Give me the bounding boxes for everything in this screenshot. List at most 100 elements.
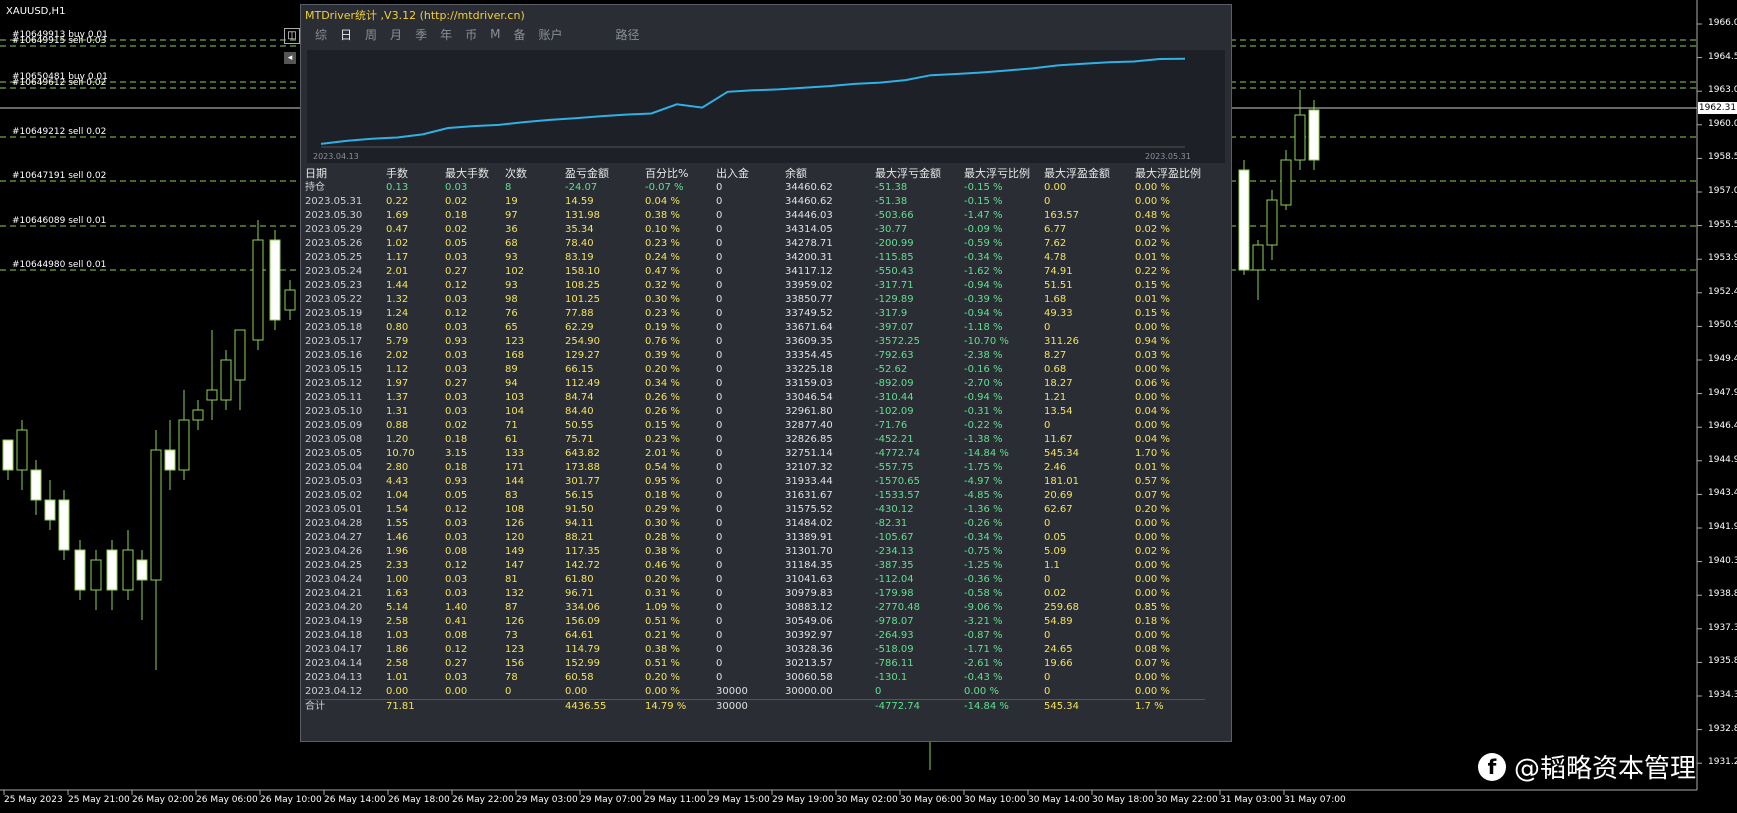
cell: 2023.05.04	[305, 462, 363, 473]
cell: 0.13	[386, 182, 409, 193]
candle-body	[74, 549, 86, 591]
cell: 2023.05.11	[305, 392, 363, 403]
cell: 1.17	[386, 252, 409, 263]
time-tick-label: 26 May 18:00	[388, 795, 450, 805]
table-row: 2023.05.10 1.31 0.03 104 84.40 0.26 % 0 32961.8…	[305, 405, 1205, 419]
tab-9[interactable]: 账户	[538, 26, 562, 43]
cell: 0.00 %	[1135, 322, 1170, 333]
cell: -2.61 %	[964, 658, 1003, 669]
tab-2[interactable]: 周	[365, 26, 377, 43]
tab-3[interactable]: 月	[390, 26, 402, 43]
tab-10[interactable]: 路径	[616, 26, 640, 43]
cell: 0.26 %	[645, 406, 680, 417]
cell: 次数	[505, 167, 527, 180]
cell: 132	[505, 588, 525, 599]
cell: -792.63	[875, 350, 914, 361]
cell: 1.63	[386, 588, 409, 599]
cell: 33159.03	[785, 378, 833, 389]
candle-body	[206, 389, 218, 401]
cell: 24.65	[1044, 644, 1073, 655]
cell: 30883.12	[785, 602, 833, 613]
cell: 1.09 %	[645, 602, 680, 613]
chart-small-button[interactable]: ◂	[284, 52, 296, 64]
tab-7[interactable]: M	[490, 27, 500, 41]
time-tick-label: 29 May 03:00	[516, 795, 578, 805]
candle-body	[1308, 109, 1320, 161]
cell: 2.58	[386, 616, 409, 627]
tab-0[interactable]: 综	[315, 26, 327, 43]
cell: 0.20 %	[645, 672, 680, 683]
panel-title: MTDriver统计 ,V3.12 (http://mtdriver.cn)	[305, 9, 525, 22]
cell: -52.62	[875, 364, 908, 375]
table-row: 2023.05.25 1.17 0.03 93 83.19 0.24 % 0 34200.31…	[305, 251, 1205, 265]
cell: 73	[505, 630, 518, 641]
cell: -452.21	[875, 434, 914, 445]
cell: 171	[505, 462, 525, 473]
cell: 2023.04.17	[305, 644, 363, 655]
cell: 0.02 %	[1135, 238, 1170, 249]
cell: 62.29	[565, 322, 594, 333]
cell: 33046.54	[785, 392, 833, 403]
cell: -3572.25	[875, 336, 920, 347]
cell: 301.77	[565, 476, 600, 487]
cell: 84.74	[565, 392, 594, 403]
price-tick-label: 1953.95	[1708, 253, 1737, 264]
cell: 51.51	[1044, 280, 1073, 291]
cell: -51.38	[875, 182, 908, 193]
cell: -30.77	[875, 224, 908, 235]
cell: 83.19	[565, 252, 594, 263]
tab-5[interactable]: 年	[440, 26, 452, 43]
table-row: 2023.04.17 1.86 0.12 123 114.79 0.38 % 0 30328.…	[305, 643, 1205, 657]
cell: 最大浮盈比例	[1135, 167, 1201, 180]
watermark: f @韬略资本管理	[1478, 748, 1696, 785]
candle-body	[16, 429, 28, 471]
cell: 36	[505, 224, 518, 235]
cell: -82.31	[875, 518, 908, 529]
cell: 2023.05.02	[305, 490, 363, 501]
cell: 123	[505, 644, 525, 655]
cell: 0	[716, 392, 723, 403]
cell: 34314.05	[785, 224, 833, 235]
cell: 0.07 %	[1135, 658, 1170, 669]
price-tick-label: 1952.45	[1708, 286, 1737, 297]
cell: 33671.64	[785, 322, 833, 333]
cell: 1.97	[386, 378, 409, 389]
cell: 31041.63	[785, 574, 833, 585]
cell: 7.62	[1044, 238, 1067, 249]
cell: 0.00 %	[1135, 518, 1170, 529]
cell: 2023.05.01	[305, 504, 363, 515]
cell: 0.47 %	[645, 266, 680, 277]
tab-4[interactable]: 季	[415, 26, 427, 43]
tab-1[interactable]: 日	[340, 26, 352, 43]
cell: 0.27	[445, 266, 468, 277]
position-row: 持仓 0.13 0.03 8 -24.07 -0.07 % 0 34460.62 -51.38 -…	[305, 181, 1205, 195]
cell: 0.00 %	[1135, 392, 1170, 403]
cell: 0.03	[445, 182, 468, 193]
cell: 0.21 %	[645, 630, 680, 641]
candle-body	[58, 499, 70, 551]
cell: 131.98	[565, 210, 600, 221]
cell: 0	[716, 280, 723, 291]
cell: 0.18 %	[645, 490, 680, 501]
cell: -200.99	[875, 238, 914, 249]
cell: 0.06 %	[1135, 378, 1170, 389]
cell: 133	[505, 448, 525, 459]
cell: 2023.05.25	[305, 252, 363, 263]
time-tick-label: 31 May 07:00	[1284, 795, 1346, 805]
cell: 2.01 %	[645, 448, 680, 459]
cell: 8	[505, 182, 512, 193]
cell: 0.00 %	[1135, 182, 1170, 193]
cell: 545.34	[1044, 448, 1079, 459]
cell: 108	[505, 504, 525, 515]
cell: 144	[505, 476, 525, 487]
cell: 68	[505, 238, 518, 249]
tab-6[interactable]: 币	[465, 26, 477, 43]
cell: 30000	[716, 686, 748, 697]
chart-menu-button[interactable]: ◫	[284, 28, 300, 44]
cell: 0	[716, 238, 723, 249]
cell: 1.00	[386, 574, 409, 585]
cell: 2023.04.13	[305, 672, 363, 683]
candle-body	[220, 359, 232, 401]
cell: -0.09 %	[964, 224, 1003, 235]
tab-8[interactable]: 备	[513, 26, 525, 43]
